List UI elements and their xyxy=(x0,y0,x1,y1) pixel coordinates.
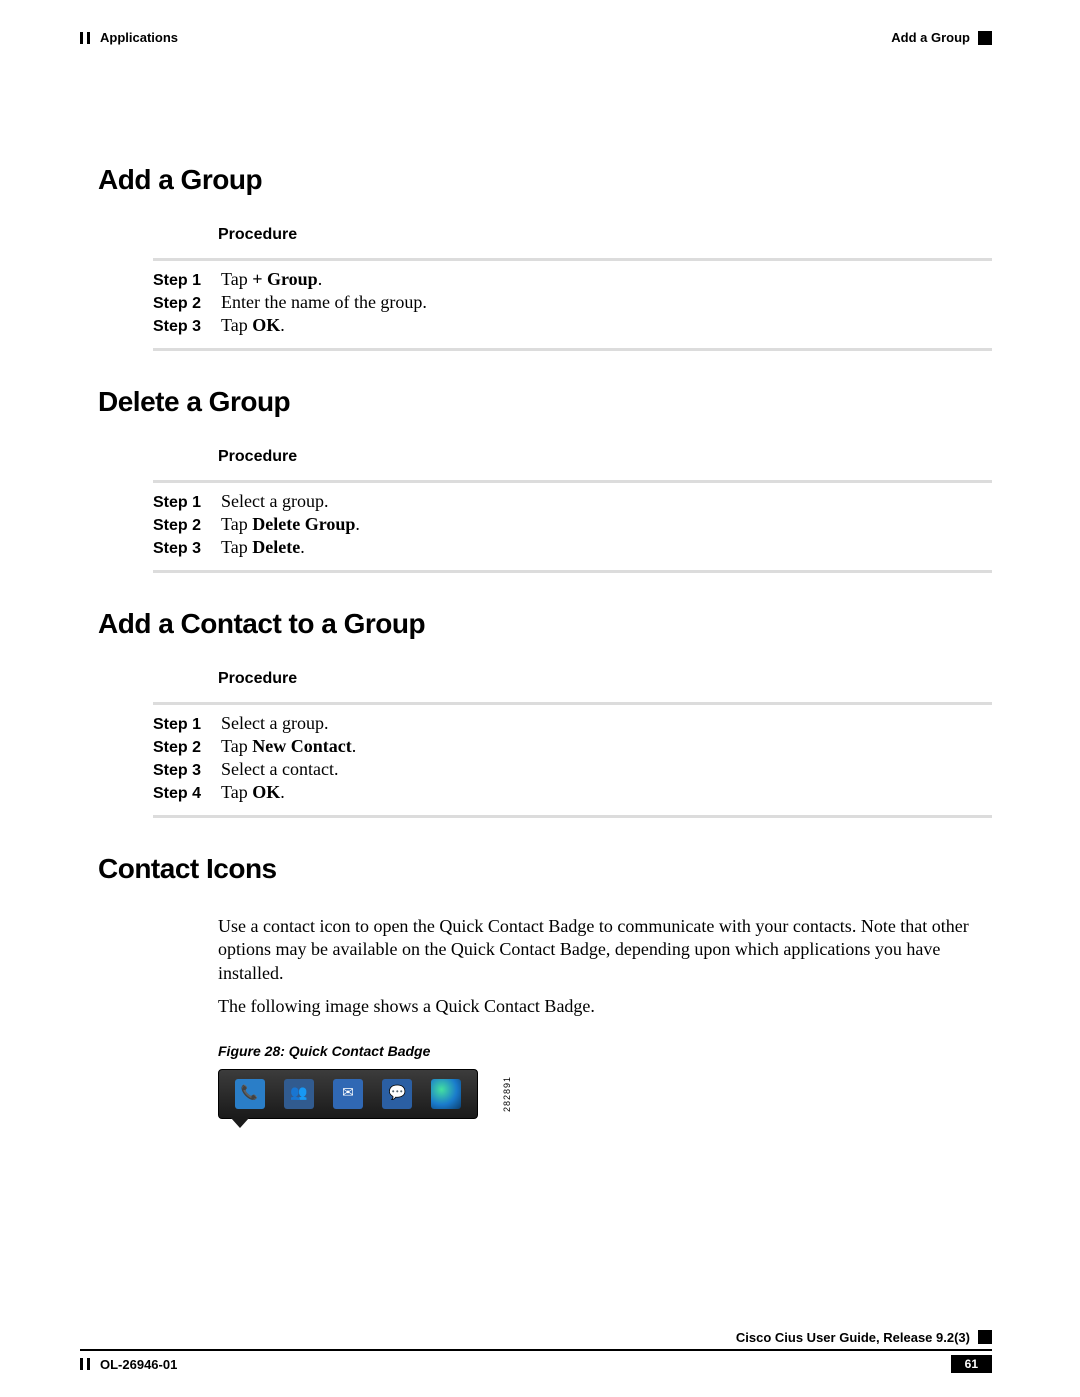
steps-add-group: Step 1 Tap + Group. Step 2 Enter the nam… xyxy=(153,269,992,336)
step-text: Tap Delete. xyxy=(221,537,305,558)
step-text: Tap OK. xyxy=(221,315,285,336)
docnum-marker-icon xyxy=(80,1358,90,1370)
step-text: Tap New Contact. xyxy=(221,736,356,757)
chat-icon[interactable]: 💬 xyxy=(382,1079,412,1109)
step-text: Tap OK. xyxy=(221,782,285,803)
step-row: Step 2 Enter the name of the group. xyxy=(153,292,992,313)
footer-right: 61 xyxy=(943,1355,992,1373)
steps-delete-group: Step 1 Select a group. Step 2 Tap Delete… xyxy=(153,491,992,558)
header-section: Add a Group xyxy=(891,30,970,45)
header-left: Applications xyxy=(80,30,178,45)
footer-docnum: OL-26946-01 xyxy=(100,1357,177,1372)
footer-rule xyxy=(80,1349,992,1351)
footer-product: Cisco Cius User Guide, Release 9.2(3) xyxy=(736,1330,970,1345)
step-row: Step 1 Select a group. xyxy=(153,713,992,734)
step-row: Step 1 Select a group. xyxy=(153,491,992,512)
phone-icon[interactable]: 📞 xyxy=(235,1079,265,1109)
procedure-label: Procedure xyxy=(218,670,992,688)
rule xyxy=(153,815,992,818)
step-row: Step 3 Tap OK. xyxy=(153,315,992,336)
step-row: Step 3 Select a contact. xyxy=(153,759,992,780)
header-right: Add a Group xyxy=(891,30,992,45)
step-row: Step 1 Tap + Group. xyxy=(153,269,992,290)
contact-icons-para2: The following image shows a Quick Contac… xyxy=(218,995,992,1018)
figure-id: 282891 xyxy=(500,1069,514,1119)
contacts-icon[interactable]: 👥 xyxy=(284,1079,314,1109)
step-row: Step 2 Tap Delete Group. xyxy=(153,514,992,535)
footer-marker-icon xyxy=(978,1330,992,1344)
contact-icons-para1: Use a contact icon to open the Quick Con… xyxy=(218,915,992,985)
footer-left: OL-26946-01 xyxy=(80,1357,177,1372)
rule xyxy=(153,258,992,261)
mail-icon[interactable]: ✉ xyxy=(333,1079,363,1109)
procedure-label: Procedure xyxy=(218,448,992,466)
footer-product-row: Cisco Cius User Guide, Release 9.2(3) xyxy=(80,1330,992,1345)
step-row: Step 4 Tap OK. xyxy=(153,782,992,803)
step-text: Select a contact. xyxy=(221,759,338,780)
rule xyxy=(153,480,992,483)
page-number: 61 xyxy=(951,1355,992,1373)
rule xyxy=(153,702,992,705)
figure-caption: Figure 28: Quick Contact Badge xyxy=(218,1043,992,1059)
chapter-marker-icon xyxy=(80,32,90,44)
procedure-label: Procedure xyxy=(218,226,992,244)
quick-contact-badge: 📞 👥 ✉ 💬 xyxy=(218,1069,478,1119)
step-label: Step 1 xyxy=(153,716,221,734)
step-label: Step 1 xyxy=(153,272,221,290)
globe-icon[interactable] xyxy=(431,1079,461,1109)
step-label: Step 4 xyxy=(153,785,221,803)
step-label: Step 1 xyxy=(153,494,221,512)
step-label: Step 2 xyxy=(153,295,221,313)
step-row: Step 3 Tap Delete. xyxy=(153,537,992,558)
rule xyxy=(153,348,992,351)
heading-delete-a-group: Delete a Group xyxy=(98,386,992,418)
step-text: Enter the name of the group. xyxy=(221,292,427,313)
rule xyxy=(153,570,992,573)
step-text: Tap + Group. xyxy=(221,269,322,290)
step-label: Step 3 xyxy=(153,762,221,780)
section-marker-icon xyxy=(978,31,992,45)
step-text: Select a group. xyxy=(221,491,328,512)
heading-contact-icons: Contact Icons xyxy=(98,853,992,885)
step-label: Step 2 xyxy=(153,739,221,757)
header-chapter: Applications xyxy=(100,30,178,45)
heading-add-contact-to-group: Add a Contact to a Group xyxy=(98,608,992,640)
step-label: Step 3 xyxy=(153,540,221,558)
step-label: Step 2 xyxy=(153,517,221,535)
heading-add-a-group: Add a Group xyxy=(98,164,992,196)
step-row: Step 2 Tap New Contact. xyxy=(153,736,992,757)
step-label: Step 3 xyxy=(153,318,221,336)
steps-add-contact: Step 1 Select a group. Step 2 Tap New Co… xyxy=(153,713,992,803)
step-text: Select a group. xyxy=(221,713,328,734)
step-text: Tap Delete Group. xyxy=(221,514,360,535)
